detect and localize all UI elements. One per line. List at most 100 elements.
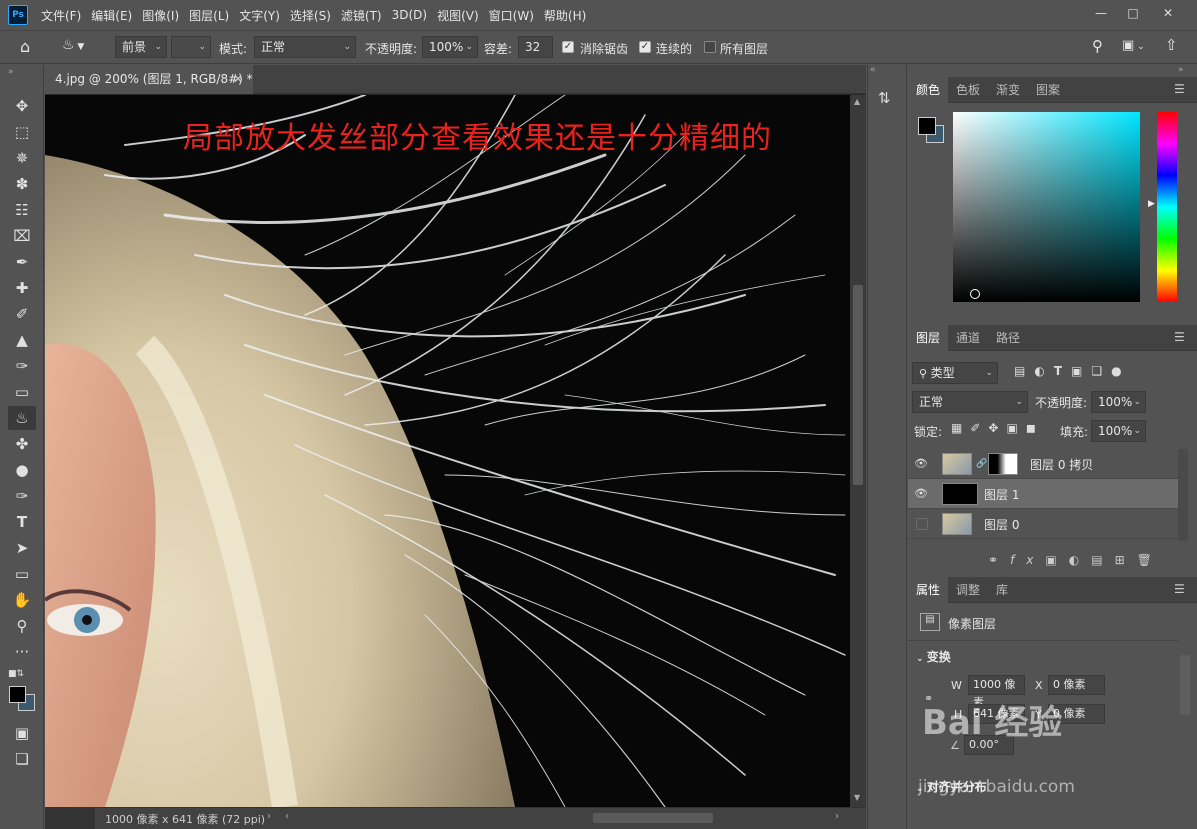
eraser-tool-icon[interactable]: ▭	[8, 380, 36, 404]
new-layer-icon[interactable]: ⊞	[1115, 553, 1137, 567]
close-tab-icon[interactable]: ✕	[233, 65, 243, 94]
menu-file[interactable]: 文件(F)	[36, 7, 86, 24]
new-adjustment-icon[interactable]: ◐	[1069, 553, 1091, 567]
crop-tool-icon[interactable]: ☷	[8, 198, 36, 222]
tab-swatches[interactable]: 色板	[948, 77, 988, 103]
minimize-icon[interactable]: —	[1085, 0, 1117, 26]
foreground-color-swatch[interactable]	[9, 686, 26, 703]
frame-tool-icon[interactable]: ⌧	[8, 224, 36, 248]
layer-row-copy[interactable]: 👁 🔗 图层 0 拷贝	[908, 449, 1178, 479]
scroll-right-icon[interactable]: ›	[835, 811, 839, 822]
filter-pixel-icon[interactable]: ▤	[1014, 364, 1034, 378]
lock-transparent-icon[interactable]: ▦	[951, 421, 970, 435]
layers-scrollbar[interactable]	[1178, 449, 1188, 541]
menu-filter[interactable]: 滤镜(T)	[336, 7, 387, 24]
filter-smart-object-icon[interactable]: ❏	[1091, 364, 1111, 378]
scroll-down-icon[interactable]: ▼	[854, 793, 860, 802]
document-tab[interactable]: 4.jpg @ 200% (图层 1, RGB/8#) * ✕	[45, 65, 253, 94]
properties-menu-icon[interactable]: ☰	[1174, 582, 1185, 596]
move-tool-icon[interactable]: ✥	[8, 94, 36, 118]
share-icon[interactable]: ⇧	[1165, 36, 1178, 54]
healing-brush-tool-icon[interactable]: ✚	[8, 276, 36, 300]
collapse-panels-icon[interactable]: »	[1178, 65, 1184, 75]
hue-slider-handle-icon[interactable]: ▶	[1148, 199, 1155, 209]
zoom-level-box[interactable]	[45, 808, 95, 829]
add-mask-icon[interactable]: ▣	[1045, 553, 1068, 567]
hand-tool-icon[interactable]: ✋	[8, 588, 36, 612]
quick-selection-tool-icon[interactable]: ✽	[8, 172, 36, 196]
filter-type-icon[interactable]: T	[1054, 364, 1071, 378]
tab-channels[interactable]: 通道	[948, 325, 988, 351]
scroll-left-icon[interactable]: ‹	[285, 811, 289, 822]
menu-3d[interactable]: 3D(D)	[387, 8, 432, 22]
vertical-scroll-thumb[interactable]	[853, 285, 863, 485]
menu-image[interactable]: 图像(I)	[137, 7, 184, 24]
close-icon[interactable]: ✕	[1152, 0, 1184, 26]
canvas[interactable]: 局部放大发丝部分查看效果还是十分精细的	[45, 95, 850, 807]
layers-menu-icon[interactable]: ☰	[1174, 330, 1185, 344]
blend-mode-select[interactable]: 正常 ⌄	[912, 391, 1028, 413]
properties-scroll-thumb[interactable]	[1180, 655, 1190, 715]
visibility-eye-icon[interactable]: 👁	[914, 457, 930, 471]
marquee-tool-icon[interactable]: ⬚	[8, 120, 36, 144]
mode-select[interactable]: 正常 ⌄	[254, 36, 356, 58]
collapse-dock-icon[interactable]: «	[870, 65, 876, 75]
color-field[interactable]	[953, 112, 1140, 302]
blur-tool-icon[interactable]: ✤	[8, 432, 36, 456]
width-input[interactable]: 1000 像素	[968, 675, 1025, 709]
status-menu-icon[interactable]: ›	[267, 811, 271, 822]
lock-pixels-icon[interactable]: ✐	[970, 421, 988, 435]
x-input[interactable]: 0 像素	[1048, 675, 1105, 695]
menu-window[interactable]: 窗口(W)	[484, 7, 539, 24]
tolerance-input[interactable]: 32	[518, 36, 553, 58]
opacity-input[interactable]: 100% ⌄	[422, 36, 478, 58]
screen-mode-icon[interactable]: ❏	[8, 747, 36, 771]
antialias-checkbox[interactable]: ✓	[562, 41, 574, 53]
search-icon[interactable]: ⚲	[1092, 37, 1103, 55]
visibility-eye-icon[interactable]: 👁	[914, 487, 930, 501]
tab-libraries[interactable]: 库	[988, 577, 1016, 603]
hue-slider[interactable]	[1157, 112, 1177, 302]
mask-link-icon[interactable]: 🔗	[976, 459, 987, 469]
more-tools-icon[interactable]: ···	[8, 640, 36, 664]
vertical-scrollbar[interactable]: ▲ ▼	[850, 95, 866, 807]
horizontal-scroll-thumb[interactable]	[593, 813, 713, 823]
tab-paths[interactable]: 路径	[988, 325, 1028, 351]
quick-mask-icon[interactable]: ▣	[8, 721, 36, 745]
lasso-tool-icon[interactable]: ✵	[8, 146, 36, 170]
layer-row-layer0[interactable]: 图层 0	[908, 509, 1178, 539]
color-foreground-swatch[interactable]	[918, 117, 936, 135]
fill-input[interactable]: 100% ⌄	[1091, 420, 1146, 442]
layer-filter-select[interactable]: ⚲ 类型 ⌄	[912, 362, 998, 384]
lock-position-icon[interactable]: ✥	[988, 421, 1006, 435]
tab-gradients[interactable]: 渐变	[988, 77, 1028, 103]
menu-help[interactable]: 帮助(H)	[539, 7, 591, 24]
brush-tool-icon[interactable]: ✐	[8, 302, 36, 326]
dodge-tool-icon[interactable]: ●	[8, 458, 36, 482]
filter-adjustment-icon[interactable]: ◐	[1034, 364, 1053, 378]
tab-properties[interactable]: 属性	[908, 577, 949, 603]
all-layers-checkbox[interactable]	[704, 41, 716, 53]
pattern-picker[interactable]: ⌄	[171, 36, 211, 58]
filter-shape-icon[interactable]: ▣	[1071, 364, 1091, 378]
layer-style-icon[interactable]: fx	[1010, 553, 1045, 567]
filter-toggle-icon[interactable]: ●	[1111, 364, 1130, 378]
clone-stamp-tool-icon[interactable]: ▲	[8, 328, 36, 352]
panel-menu-icon[interactable]: ☰	[1174, 82, 1185, 96]
color-picker-marker[interactable]	[970, 289, 980, 299]
link-layers-icon[interactable]: ⚭	[988, 553, 1010, 567]
history-panel-icon[interactable]: ⇅	[878, 89, 891, 107]
menu-view[interactable]: 视图(V)	[432, 7, 484, 24]
delete-layer-icon[interactable]: 🗑	[1137, 553, 1164, 567]
paint-bucket-tool-icon[interactable]: ♨	[8, 406, 36, 430]
menu-select[interactable]: 选择(S)	[285, 7, 336, 24]
zoom-tool-icon[interactable]: ⚲	[8, 614, 36, 638]
layer-filter-icons[interactable]: ▤◐T▣❏●	[1014, 364, 1131, 378]
workspace-icon[interactable]: ▣ ⌄	[1122, 38, 1145, 53]
tab-adjustments[interactable]: 调整	[948, 577, 988, 603]
lock-artboard-icon[interactable]: ▣	[1006, 421, 1025, 435]
tab-patterns[interactable]: 图案	[1028, 77, 1068, 103]
pen-tool-icon[interactable]: ✑	[8, 484, 36, 508]
visibility-off-icon[interactable]	[916, 518, 928, 530]
transform-section-header[interactable]: ⌄ 变换	[916, 648, 951, 665]
